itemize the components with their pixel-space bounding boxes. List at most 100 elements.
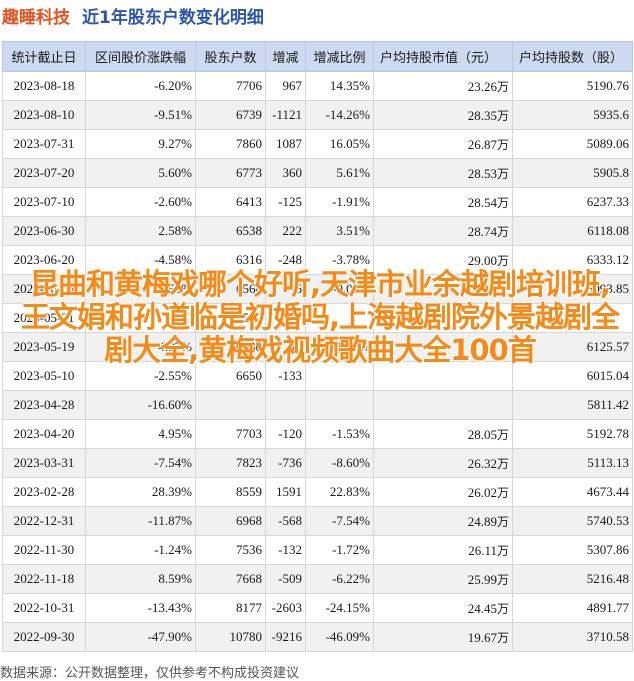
cell-date: 2023-04-28	[2, 390, 86, 420]
col-header-price-change: 区间股价涨跌幅	[85, 41, 196, 72]
cell-date: 2023-07-20	[2, 158, 86, 188]
cell-price-change: 4.95%	[85, 419, 196, 449]
cell-avg-value: 28.74万	[373, 216, 513, 246]
cell-avg-shares: 5113.13	[512, 448, 633, 478]
cell-ratio: 14.35%	[305, 71, 374, 101]
cell-holders: 6773	[195, 158, 266, 188]
cell-delta: -2603	[265, 593, 306, 623]
col-header-avg-value: 户均持股市值（元）	[373, 41, 513, 72]
cell-avg-shares: 5190.76	[512, 71, 633, 101]
unit-wan: 万	[496, 485, 509, 500]
cell-date: 2023-03-31	[2, 448, 86, 478]
data-source-note: 数据来源：公开数据整理，仅供参考不构成投资建议	[0, 666, 300, 681]
unit-wan: 万	[496, 137, 509, 152]
cell-avg-value: 24.89万	[373, 506, 513, 536]
table-row: 2023-02-28 28.39% 8559 1591 22.83% 26.02万 4673…	[2, 477, 633, 507]
cell-ratio: -1.72%	[305, 535, 374, 565]
cell-date: 2023-08-10	[2, 100, 86, 130]
cell-date: 2023-04-20	[2, 419, 86, 449]
cell-avg-shares: 4673.44	[512, 477, 633, 507]
table-row: 2022-10-31 -13.43% 8177 -2603 -24.15% 24.45万 4…	[2, 593, 633, 623]
table-row: 2023-07-31 9.27% 7860 1087 16.05% 26.87万 5089.…	[2, 129, 633, 159]
cell-price-change: 5.60%	[85, 158, 196, 188]
cell-holders: 7706	[195, 71, 266, 101]
cell-avg-value: 26.02万	[373, 477, 513, 507]
cell-holders: 8559	[195, 477, 266, 507]
cell-avg-value: 26.11万	[373, 535, 513, 565]
cell-price-change: -13.43%	[85, 593, 196, 623]
cell-price-change: -47.90%	[85, 622, 196, 652]
cell-date: 2023-06-30	[2, 216, 86, 246]
unit-wan: 万	[496, 456, 509, 471]
cell-ratio: 22.83%	[305, 477, 374, 507]
unit-wan: 万	[496, 108, 509, 123]
table-header-row: 统计截止日 区间股价涨跌幅 股东户数 增减 增减比例 户均持股市值（元） 户均持…	[2, 41, 633, 72]
cell-date: 2022-11-30	[2, 535, 86, 565]
overlay-text: 昆曲和黄梅戏哪个好听,天津市业余越剧培训班,王文娟和孙道临是初婚吗,上海越剧院外…	[20, 267, 620, 367]
cell-avg-value: 26.32万	[373, 448, 513, 478]
col-header-date: 统计截止日	[2, 41, 86, 72]
cell-delta: -132	[265, 535, 306, 565]
table-row: 2023-04-20 4.95% 7703 -120 -1.53% 28.05万 5192.…	[2, 419, 633, 449]
cell-price-change: -7.54%	[85, 448, 196, 478]
cell-avg-shares: 5811.42	[512, 390, 633, 420]
cell-avg-shares: 6118.08	[512, 216, 633, 246]
cell-avg-value: 28.53万	[373, 158, 513, 188]
cell-delta: -736	[265, 448, 306, 478]
table-row: 2023-06-30 2.58% 6538 222 3.51% 28.74万 6118.08	[2, 216, 633, 246]
col-header-ratio: 增减比例	[305, 41, 374, 72]
page-header: 趣睡科技 近1年股东户数变化明细	[0, 0, 634, 30]
cell-holders: 7668	[195, 564, 266, 594]
unit-wan: 万	[496, 601, 509, 616]
cell-avg-shares: 4891.77	[512, 593, 633, 623]
cell-date: 2023-07-10	[2, 187, 86, 217]
cell-date: 2022-10-31	[2, 593, 86, 623]
unit-wan: 万	[496, 79, 509, 94]
cell-avg-value: 28.35万	[373, 100, 513, 130]
cell-date: 2023-07-31	[2, 129, 86, 159]
cell-ratio: 3.51%	[305, 216, 374, 246]
cell-date: 2022-12-31	[2, 506, 86, 536]
cell-ratio: 16.05%	[305, 129, 374, 159]
cell-avg-value: 25.99万	[373, 564, 513, 594]
cell-delta: 1087	[265, 129, 306, 159]
unit-wan: 万	[496, 514, 509, 529]
cell-date: 2022-09-30	[2, 622, 86, 652]
cell-ratio: -14.26%	[305, 100, 374, 130]
cell-price-change: -6.20%	[85, 71, 196, 101]
unit-wan: 万	[496, 253, 509, 268]
cell-price-change: -1.24%	[85, 535, 196, 565]
cell-delta: 222	[265, 216, 306, 246]
cell-price-change: -9.51%	[85, 100, 196, 130]
cell-price-change: 9.27%	[85, 129, 196, 159]
cell-holders: 10780	[195, 622, 266, 652]
cell-price-change: -2.60%	[85, 187, 196, 217]
table-row: 2022-11-30 -1.24% 7536 -132 -1.72% 26.11万 5307…	[2, 535, 633, 565]
cell-ratio: -46.09%	[305, 622, 374, 652]
table-row: 2023-07-10 -2.60% 6413 -125 -1.91% 28.54万 6237…	[2, 187, 633, 217]
cell-avg-value: 19.67万	[373, 622, 513, 652]
cell-price-change: 28.39%	[85, 477, 196, 507]
table-row: 2022-11-18 8.59% 7668 -509 -6.22% 25.99万 5216.…	[2, 564, 633, 594]
unit-wan: 万	[496, 224, 509, 239]
cell-delta: 360	[265, 158, 306, 188]
cell-avg-shares: 5216.48	[512, 564, 633, 594]
cell-delta: -125	[265, 187, 306, 217]
cell-holders: 7536	[195, 535, 266, 565]
cell-avg-value: 28.54万	[373, 187, 513, 217]
cell-date: 2023-02-28	[2, 477, 86, 507]
cell-avg-shares: 5935.6	[512, 100, 633, 130]
cell-ratio: -1.53%	[305, 419, 374, 449]
col-header-delta: 增减	[265, 41, 306, 72]
unit-wan: 万	[496, 195, 509, 210]
cell-delta: 1591	[265, 477, 306, 507]
cell-delta: -1121	[265, 100, 306, 130]
cell-holders: 7703	[195, 419, 266, 449]
cell-ratio: -24.15%	[305, 593, 374, 623]
table-row: 2023-07-20 5.60% 6773 360 5.61% 28.53万 5905.8	[2, 158, 633, 188]
cell-avg-value: 28.05万	[373, 419, 513, 449]
cell-ratio: -6.22%	[305, 564, 374, 594]
cell-ratio: 5.61%	[305, 158, 374, 188]
cell-avg-shares: 5089.06	[512, 129, 633, 159]
table-row: 2023-08-18 -6.20% 7706 967 14.35% 23.26万 5190.…	[2, 71, 633, 101]
